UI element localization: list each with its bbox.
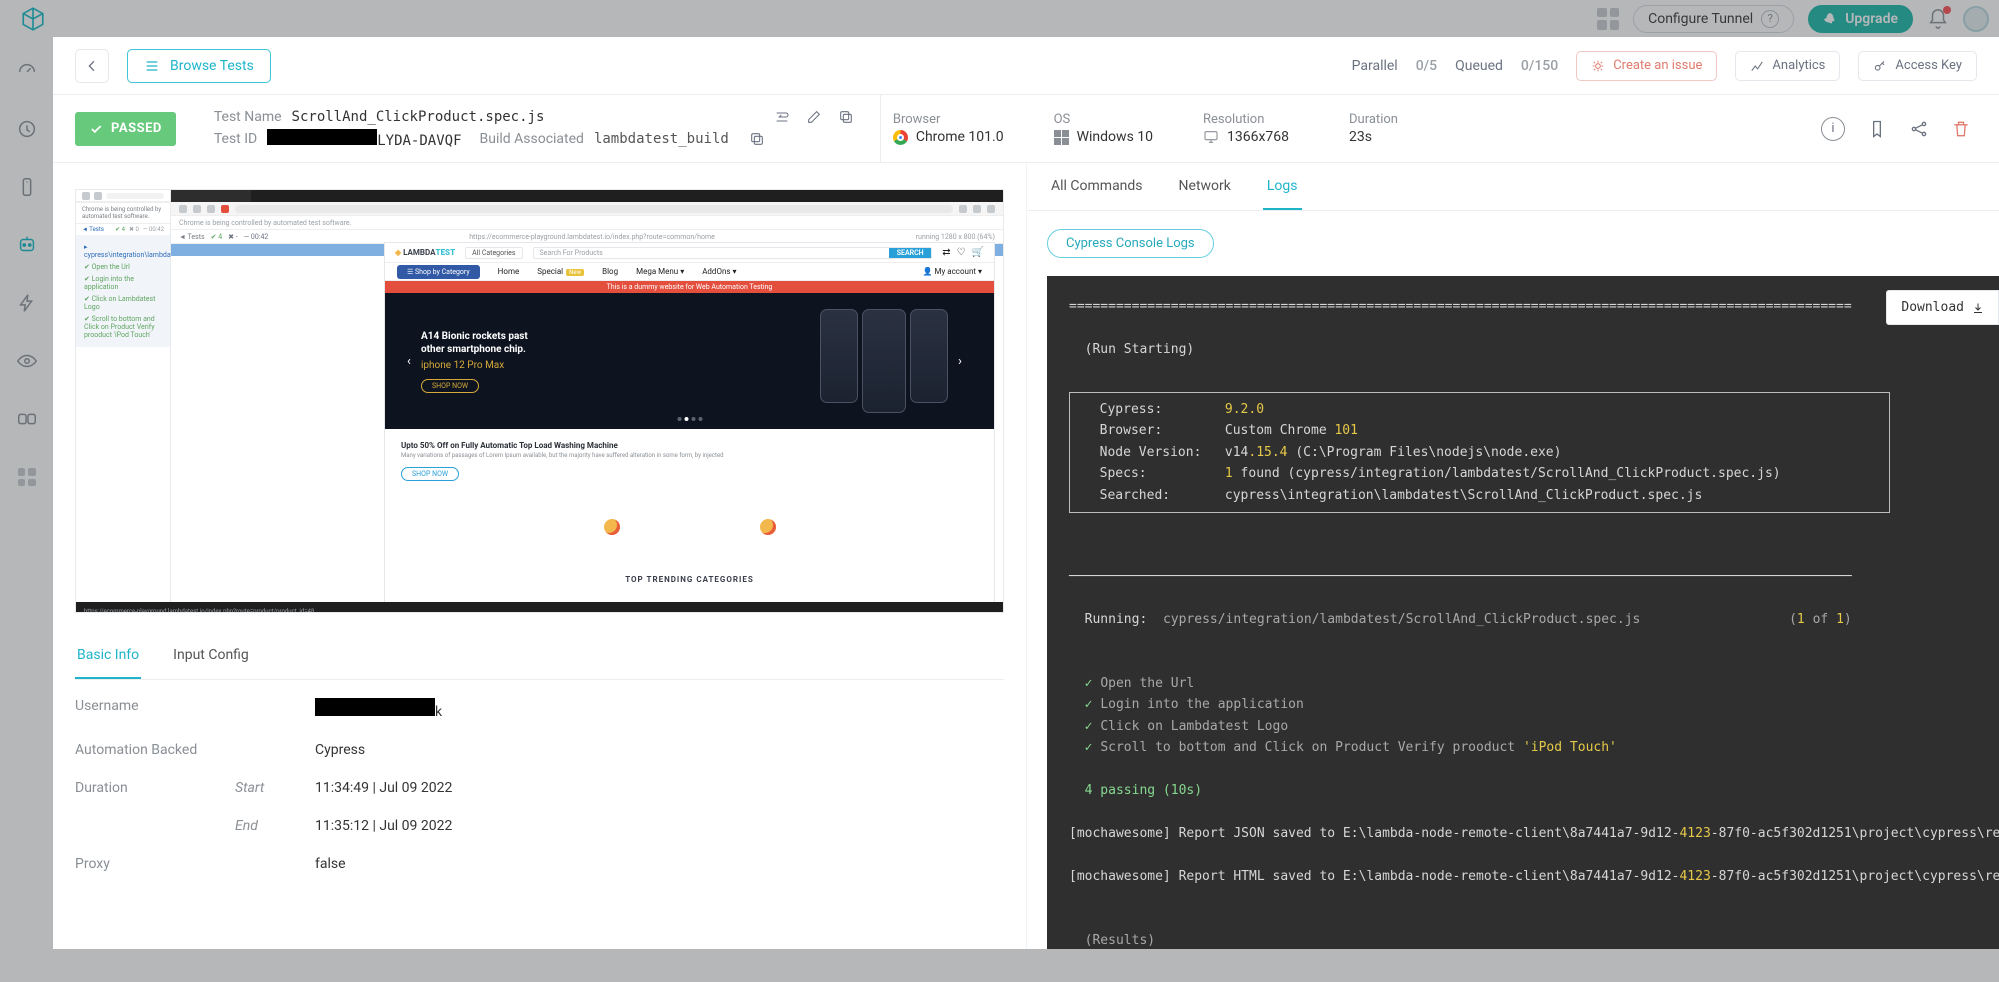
dim-overlay-bottom bbox=[53, 949, 1999, 982]
queued-value: 0/150 bbox=[1521, 58, 1558, 74]
tab-basic-info[interactable]: Basic Info bbox=[75, 647, 141, 679]
download-button[interactable]: Download bbox=[1886, 290, 1999, 325]
username-v: k bbox=[315, 698, 1004, 720]
bug-icon bbox=[1591, 59, 1605, 73]
analytics-icon bbox=[1750, 59, 1764, 73]
browser-k: Browser bbox=[893, 112, 1004, 127]
create-issue-label: Create an issue bbox=[1613, 58, 1702, 73]
download-label: Download bbox=[1901, 297, 1964, 318]
create-issue-button[interactable]: Create an issue bbox=[1576, 51, 1717, 81]
proxy-v: false bbox=[315, 856, 1004, 872]
dur-k: Duration bbox=[1349, 112, 1445, 127]
copy-icon[interactable] bbox=[749, 131, 765, 147]
build-value: lambdatest_build bbox=[594, 131, 729, 147]
info-icon[interactable]: i bbox=[1821, 117, 1845, 141]
test-name-label: Test Name bbox=[214, 109, 282, 125]
status-badge: PASSED bbox=[75, 112, 176, 146]
build-label: Build Associated bbox=[480, 131, 584, 147]
access-key-button[interactable]: Access Key bbox=[1858, 51, 1977, 81]
tab-all-commands[interactable]: All Commands bbox=[1047, 178, 1147, 210]
site-logo: ◆ LAMBDATEST bbox=[395, 248, 455, 257]
chrome-icon bbox=[893, 130, 908, 145]
analytics-label: Analytics bbox=[1772, 58, 1825, 73]
key-icon bbox=[1873, 59, 1887, 73]
copy-icon[interactable] bbox=[838, 109, 854, 125]
dim-overlay-top bbox=[0, 0, 1999, 37]
right-pane: All Commands Network Logs Cypress Consol… bbox=[1026, 163, 1999, 949]
duration-k: Duration bbox=[75, 780, 235, 796]
delete-icon[interactable] bbox=[1951, 119, 1971, 139]
edit-icon[interactable] bbox=[806, 109, 822, 125]
parallel-label: Parallel bbox=[1352, 58, 1398, 74]
test-header: PASSED Test Name ScrollAnd_ClickProduct.… bbox=[53, 95, 1999, 163]
list-icon bbox=[144, 58, 160, 74]
browse-tests-label: Browse Tests bbox=[170, 58, 254, 74]
end-v: 11:35:12 | Jul 09 2022 bbox=[315, 818, 1004, 834]
username-k: Username bbox=[75, 698, 235, 720]
log-tabs: All Commands Network Logs bbox=[1027, 163, 1999, 211]
share-icon[interactable] bbox=[1909, 119, 1929, 139]
back-button[interactable] bbox=[75, 49, 109, 83]
test-preview: Chrome is being controlled by automated … bbox=[75, 189, 1004, 613]
windows-icon bbox=[1054, 130, 1069, 145]
browser-v: Chrome 101.0 bbox=[916, 129, 1004, 145]
cypress-console-pill[interactable]: Cypress Console Logs bbox=[1047, 229, 1214, 258]
proxy-k: Proxy bbox=[75, 856, 235, 872]
tab-input-config[interactable]: Input Config bbox=[171, 647, 251, 679]
dim-overlay-left bbox=[0, 37, 53, 982]
console-output[interactable]: Download ===============================… bbox=[1047, 276, 1999, 949]
end-k: End bbox=[235, 818, 315, 834]
wrap-icon[interactable] bbox=[774, 109, 790, 125]
analytics-button[interactable]: Analytics bbox=[1735, 51, 1840, 81]
test-navbar: Browse Tests Parallel 0/5 Queued 0/150 C… bbox=[53, 37, 1999, 95]
check-icon bbox=[89, 122, 103, 136]
queued-label: Queued bbox=[1455, 58, 1503, 74]
start-v: 11:34:49 | Jul 09 2022 bbox=[315, 780, 1004, 796]
main-panel: Browse Tests Parallel 0/5 Queued 0/150 C… bbox=[53, 37, 1999, 949]
details-tabs: Basic Info Input Config bbox=[75, 647, 1004, 680]
test-id-label: Test ID bbox=[214, 131, 257, 147]
left-pane: Chrome is being controlled by automated … bbox=[53, 163, 1026, 949]
status-text: PASSED bbox=[111, 121, 162, 136]
site-preview: ◆ LAMBDATEST All Categories Search For P… bbox=[384, 242, 995, 604]
bookmark-icon[interactable] bbox=[1867, 119, 1887, 139]
tab-network[interactable]: Network bbox=[1175, 178, 1235, 210]
chevron-left-icon bbox=[84, 58, 100, 74]
res-v: 1366x768 bbox=[1227, 129, 1289, 145]
automation-v: Cypress bbox=[315, 742, 1004, 758]
browse-tests-button[interactable]: Browse Tests bbox=[127, 49, 271, 83]
basic-info-grid: Username k Automation Backed Cypress Dur… bbox=[75, 698, 1004, 872]
monitor-icon bbox=[1203, 129, 1219, 145]
test-name-value: ScrollAnd_ClickProduct.spec.js bbox=[292, 109, 545, 125]
start-k: Start bbox=[235, 780, 315, 796]
tab-logs[interactable]: Logs bbox=[1263, 178, 1302, 210]
access-key-label: Access Key bbox=[1895, 58, 1962, 73]
res-k: Resolution bbox=[1203, 112, 1299, 127]
download-icon bbox=[1972, 302, 1984, 314]
test-id-value: LYDA-DAVQF bbox=[267, 129, 461, 149]
dur-v: 23s bbox=[1349, 129, 1445, 145]
parallel-value: 0/5 bbox=[1416, 58, 1437, 74]
os-v: Windows 10 bbox=[1077, 129, 1153, 145]
os-k: OS bbox=[1054, 112, 1153, 127]
automation-k: Automation Backed bbox=[75, 742, 235, 758]
